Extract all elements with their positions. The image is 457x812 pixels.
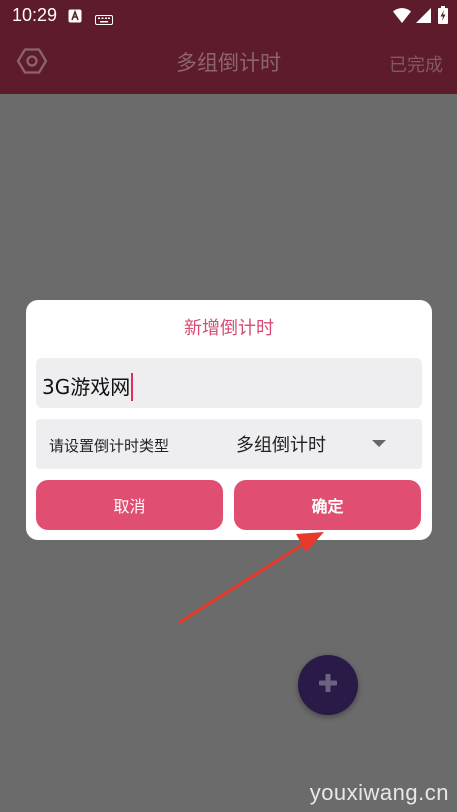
- countdown-type-label: 请设置倒计时类型: [49, 437, 170, 455]
- countdown-name-input[interactable]: 3G游戏网: [36, 358, 422, 408]
- done-button[interactable]: 已完成: [389, 51, 443, 77]
- battery-charging-icon: [438, 6, 448, 28]
- status-time: 10:29: [12, 5, 58, 25]
- a-box-icon: [68, 8, 82, 27]
- add-fab-button[interactable]: [298, 655, 358, 715]
- chevron-down-icon: [372, 440, 386, 447]
- add-countdown-dialog: 新增倒计时 3G游戏网 请设置倒计时类型 多组倒计时 取消 确定: [26, 300, 432, 540]
- countdown-type-select[interactable]: 多组倒计时: [236, 431, 396, 459]
- countdown-name-value: 3G游戏网: [42, 371, 134, 401]
- plus-icon: [318, 673, 338, 697]
- signal-icon: [416, 8, 431, 27]
- wifi-icon: [393, 8, 411, 27]
- watermark: youxiwang.cn: [309, 780, 449, 805]
- status-bar: 10:29: [0, 0, 457, 32]
- countdown-type-row: 请设置倒计时类型 多组倒计时: [36, 419, 422, 469]
- dialog-title: 新增倒计时: [184, 318, 274, 339]
- text-caret: [131, 372, 134, 401]
- keyboard-icon: [95, 10, 113, 29]
- annotation-arrow-icon: [178, 532, 324, 624]
- countdown-type-selected: 多组倒计时: [236, 435, 326, 456]
- app-bar: 多组倒计时 已完成: [0, 32, 457, 94]
